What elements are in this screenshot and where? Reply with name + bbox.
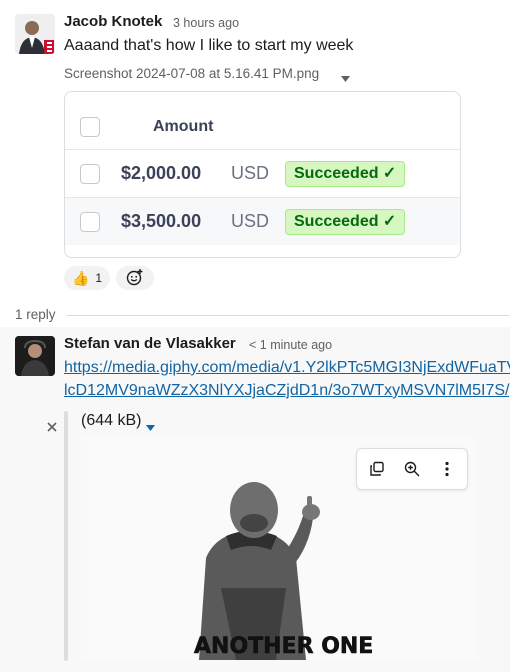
row-currency: USD [231,163,270,183]
table-row: $2,000.00 USD Succeeded ✓ [65,149,460,197]
caret-down-icon[interactable] [146,419,155,437]
avatar-jacob[interactable] [15,14,55,54]
row-amount: $2,000.00 [121,163,202,183]
reaction-thumbs-up[interactable]: 👍 1 [64,266,110,290]
thread-divider [66,315,510,316]
close-icon[interactable] [47,419,57,437]
caret-down-icon[interactable] [341,70,350,88]
message-text: Aaaand that's how I like to start my wee… [64,37,354,54]
reply-author[interactable]: Stefan van de Vlasakker [64,335,236,352]
table-row: $3,500.00 USD Succeeded ✓ [65,197,460,245]
gif-caption: ANOTHER ONE [194,634,374,660]
avatar-stefan[interactable] [15,336,55,376]
reaction-count: 1 [95,271,103,285]
message-timestamp[interactable]: 3 hours ago [173,16,239,30]
gif-preview[interactable]: ANOTHER ONE [81,438,477,660]
add-reaction-button[interactable] [116,266,154,290]
status-badge: Succeeded ✓ [285,209,406,235]
row-checkbox [80,212,100,232]
amount-column-header: Amount [153,118,214,135]
giphy-link-line1[interactable]: https://media.giphy.com/media/v1.Y2lkPTc… [64,359,510,377]
giphy-link-line2[interactable]: lcD12MV9naWZzX3NlYXJjaCZjdD1n/3o7WTxyMSV… [64,382,510,400]
status-badge: Succeeded ✓ [285,161,406,187]
row-checkbox [80,164,100,184]
add-reaction-icon [126,268,144,289]
row-amount: $3,500.00 [121,211,202,231]
copy-icon[interactable] [365,457,389,481]
message-author[interactable]: Jacob Knotek [64,13,162,30]
thumbs-up-icon: 👍 [71,269,90,286]
attachment-left-bar [64,411,68,661]
attachment-filename[interactable]: Screenshot 2024-07-08 at 5.16.41 PM.png [64,66,319,81]
thread-reply-count[interactable]: 1 reply [15,307,56,322]
zoom-in-icon[interactable] [400,457,424,481]
reply-timestamp[interactable]: < 1 minute ago [249,338,332,352]
screenshot-preview[interactable]: Amount $2,000.00 USD Succeeded ✓ $3,500.… [64,91,461,258]
gif-toolbar [356,448,468,490]
row-currency: USD [231,211,270,231]
more-vertical-icon[interactable] [435,457,459,481]
select-all-checkbox [80,117,100,137]
file-size[interactable]: (644 kB) [81,412,141,430]
